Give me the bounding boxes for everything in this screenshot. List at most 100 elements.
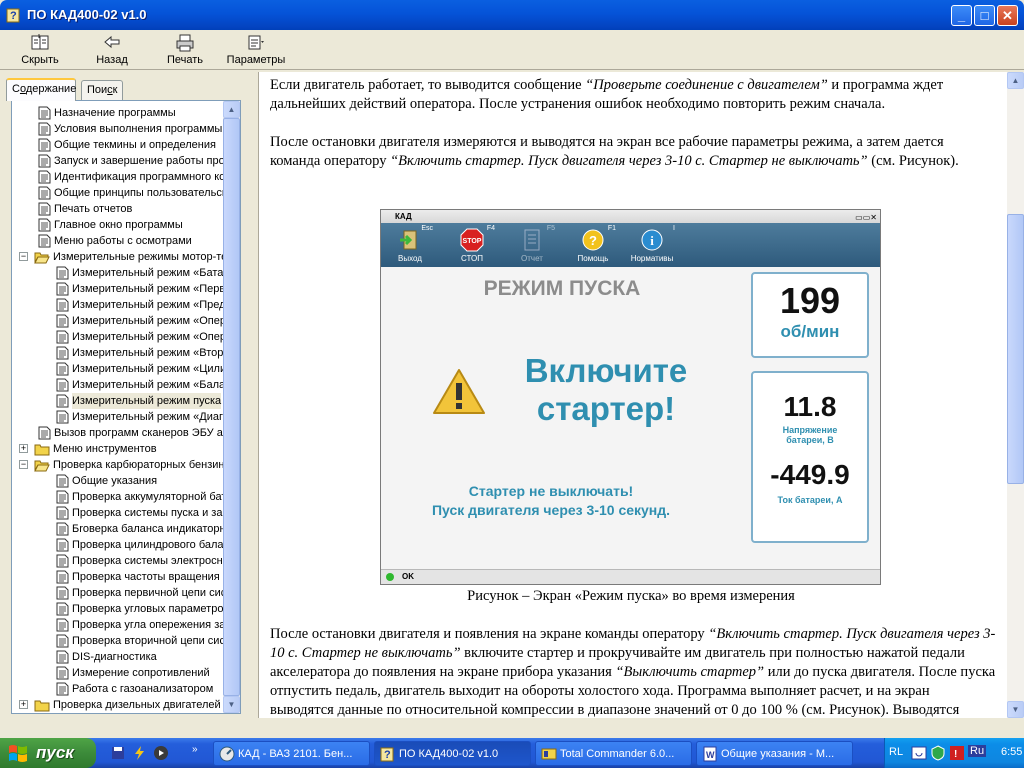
tree-item[interactable]: Измерительный режим «Предварительный» bbox=[12, 297, 224, 313]
windows-flag-icon bbox=[9, 745, 27, 762]
tree-item[interactable]: Работа с газоанализатором bbox=[12, 681, 224, 697]
page-icon bbox=[56, 506, 69, 520]
tree-item[interactable]: Измерительный режим «Диагностика» bbox=[12, 409, 224, 425]
tree-item[interactable]: Измерительный режим «Первичка» bbox=[12, 281, 224, 297]
tab-contents[interactable]: Содержание bbox=[6, 78, 76, 101]
hide-icon bbox=[31, 34, 49, 50]
tree-item-label: Проверка дизельных двигателей bbox=[53, 699, 221, 711]
p2-quote: “Включить стартер. Пуск двигателя через … bbox=[390, 153, 868, 169]
warning-tray-icon[interactable]: ! bbox=[949, 745, 965, 761]
back-button[interactable]: Назад bbox=[92, 32, 132, 68]
maximize-button[interactable]: □ bbox=[974, 5, 995, 26]
tree-item[interactable]: Измерение сопротивлений bbox=[12, 665, 224, 681]
scroll-up-button[interactable]: ▲ bbox=[223, 101, 240, 118]
system-tray: RL ! Ru 6:55 bbox=[884, 738, 1024, 768]
page-icon bbox=[38, 202, 51, 216]
tree-item[interactable]: Общие принципы пользовательского интерфе… bbox=[12, 185, 224, 201]
hide-label: Скрыть bbox=[21, 54, 59, 66]
shield-tray-icon[interactable] bbox=[930, 745, 946, 761]
hide-button[interactable]: Скрыть bbox=[18, 32, 62, 68]
tree-item[interactable]: Измерительный режим «Батарея» bbox=[12, 265, 224, 281]
tree-item[interactable]: − Проверка карбюраторных бензиновых двига… bbox=[12, 457, 224, 473]
tree-item[interactable]: Общие текмины и определения bbox=[12, 137, 224, 153]
page-icon bbox=[56, 666, 69, 680]
tree-item[interactable]: Проверка системы электроснабжения bbox=[12, 553, 224, 569]
task-help-window[interactable]: ? ПО КАД400-02 v1.0 bbox=[374, 741, 531, 766]
keyboard-layout-indicator[interactable]: RL bbox=[889, 746, 903, 758]
minimize-button[interactable]: _ bbox=[951, 5, 972, 26]
tree-item[interactable]: Измерительный режим «Цилиндры» bbox=[12, 361, 224, 377]
tab-search[interactable]: Поиск bbox=[81, 80, 123, 100]
tree-item[interactable]: Проверка аккумуляторной батареи bbox=[12, 489, 224, 505]
task-total-commander[interactable]: Total Commander 6.0... bbox=[535, 741, 692, 766]
tree-item[interactable]: Идентификация программного комплекса bbox=[12, 169, 224, 185]
scroll-down-button[interactable]: ▼ bbox=[223, 696, 240, 713]
quicklaunch-chevron-icon[interactable]: » bbox=[192, 744, 198, 755]
tree-item[interactable]: Проверка угловых параметров bbox=[12, 601, 224, 617]
scroll-thumb[interactable] bbox=[223, 118, 240, 696]
screenshot-body: РЕЖИМ ПУСКА Включите стартер! Стартер не… bbox=[381, 267, 880, 569]
tree-item[interactable]: + Проверка дизельных двигателей bbox=[12, 697, 224, 713]
expand-icon[interactable]: + bbox=[19, 444, 28, 453]
tree-item[interactable]: Измерительный режим «Баланс» bbox=[12, 377, 224, 393]
content-scroll-up[interactable]: ▲ bbox=[1007, 72, 1024, 89]
status-text: OK bbox=[402, 572, 414, 581]
tree-item[interactable]: Главное окно программы bbox=[12, 217, 224, 233]
tree-item-label: Общие принципы пользовательского интерфе… bbox=[54, 187, 224, 199]
info-icon: i bbox=[641, 229, 663, 251]
close-button[interactable]: ✕ bbox=[997, 5, 1018, 26]
tree-item[interactable]: − Измерительные режимы мотор-тестера bbox=[12, 249, 224, 265]
tree-item-label: Измерительный режим «Баланс» bbox=[72, 379, 224, 391]
save-quicklaunch-icon[interactable] bbox=[110, 745, 126, 761]
screenshot-titlebar: КАД ▭▭✕ bbox=[381, 210, 880, 223]
tree-item[interactable]: Измерительный режим «Опережение 2» bbox=[12, 329, 224, 345]
tree-item[interactable]: Измерительный режим пуска bbox=[12, 393, 224, 409]
collapse-icon[interactable]: − bbox=[19, 460, 28, 469]
tree-item[interactable]: Общие указания bbox=[12, 473, 224, 489]
lightning-quicklaunch-icon[interactable] bbox=[132, 745, 148, 761]
start-button[interactable]: пуск bbox=[0, 738, 96, 768]
contents-tree[interactable]: Назначение программы Условия выполнения п… bbox=[11, 100, 241, 714]
tree-item[interactable]: Условия выполнения программы bbox=[12, 121, 224, 137]
media-player-quicklaunch-icon[interactable] bbox=[153, 745, 169, 761]
tree-item[interactable]: Бroверка баланса индикаторной мощности bbox=[12, 521, 224, 537]
window-titlebar[interactable]: ? ПО КАД400-02 v1.0 _ □ ✕ bbox=[0, 0, 1024, 30]
tree-item[interactable]: Запуск и завершение работы программы bbox=[12, 153, 224, 169]
language-indicator[interactable]: Ru bbox=[968, 745, 987, 757]
content-scrollbar[interactable]: ▲ ▼ bbox=[1007, 72, 1024, 718]
tree-item[interactable]: Измерительный режим «Опережение» bbox=[12, 313, 224, 329]
shot-norms-button: I i Нормативы bbox=[627, 225, 677, 265]
tree-item[interactable]: Проверка частоты вращения bbox=[12, 569, 224, 585]
help-label: Помощь bbox=[577, 254, 609, 263]
tree-item[interactable]: Вызов программ сканеров ЭБУ автомобиля bbox=[12, 425, 224, 441]
tree-item[interactable]: Назначение программы bbox=[12, 105, 224, 121]
tree-item[interactable]: Измерительный режим «Вторичка» bbox=[12, 345, 224, 361]
tree-item[interactable]: Меню работы с осмотрами bbox=[12, 233, 224, 249]
page-icon bbox=[56, 570, 69, 584]
tree-item[interactable]: DIS-диагностика bbox=[12, 649, 224, 665]
tree-scrollbar[interactable]: ▲ ▼ bbox=[223, 101, 240, 713]
clock[interactable]: 6:55 bbox=[1001, 746, 1022, 758]
collapse-icon[interactable]: − bbox=[19, 252, 28, 261]
print-button[interactable]: Печать bbox=[163, 32, 207, 68]
network-tray-icon[interactable] bbox=[911, 745, 927, 761]
page-icon bbox=[38, 122, 51, 136]
tree-item[interactable]: Проверка цилиндрового баланса bbox=[12, 537, 224, 553]
tree-item[interactable]: + Меню инструментов bbox=[12, 441, 224, 457]
tree-item[interactable]: Проверка угла опережения зажигания bbox=[12, 617, 224, 633]
page-icon bbox=[56, 522, 69, 536]
tree-item[interactable]: Проверка вторичной цепи системы зажигани… bbox=[12, 633, 224, 649]
tree-item[interactable]: Проверка системы пуска и зарядки bbox=[12, 505, 224, 521]
screenshot-title: КАД bbox=[395, 212, 412, 221]
options-button[interactable]: Параметры bbox=[224, 32, 288, 68]
tree-item[interactable]: Проверка первичной цепи системы зажигани… bbox=[12, 585, 224, 601]
task-label: КАД - ВАЗ 2101. Бен... bbox=[238, 748, 353, 760]
page-icon bbox=[38, 186, 51, 200]
task-kad-vaz[interactable]: КАД - ВАЗ 2101. Бен... bbox=[213, 741, 370, 766]
expand-icon[interactable]: + bbox=[19, 700, 28, 709]
svg-text:!: ! bbox=[954, 749, 957, 760]
tree-item[interactable]: Печать отчетов bbox=[12, 201, 224, 217]
task-general-instructions[interactable]: W Общие указания - M... bbox=[696, 741, 853, 766]
content-scroll-down[interactable]: ▼ bbox=[1007, 701, 1024, 718]
content-scroll-thumb[interactable] bbox=[1007, 214, 1024, 484]
